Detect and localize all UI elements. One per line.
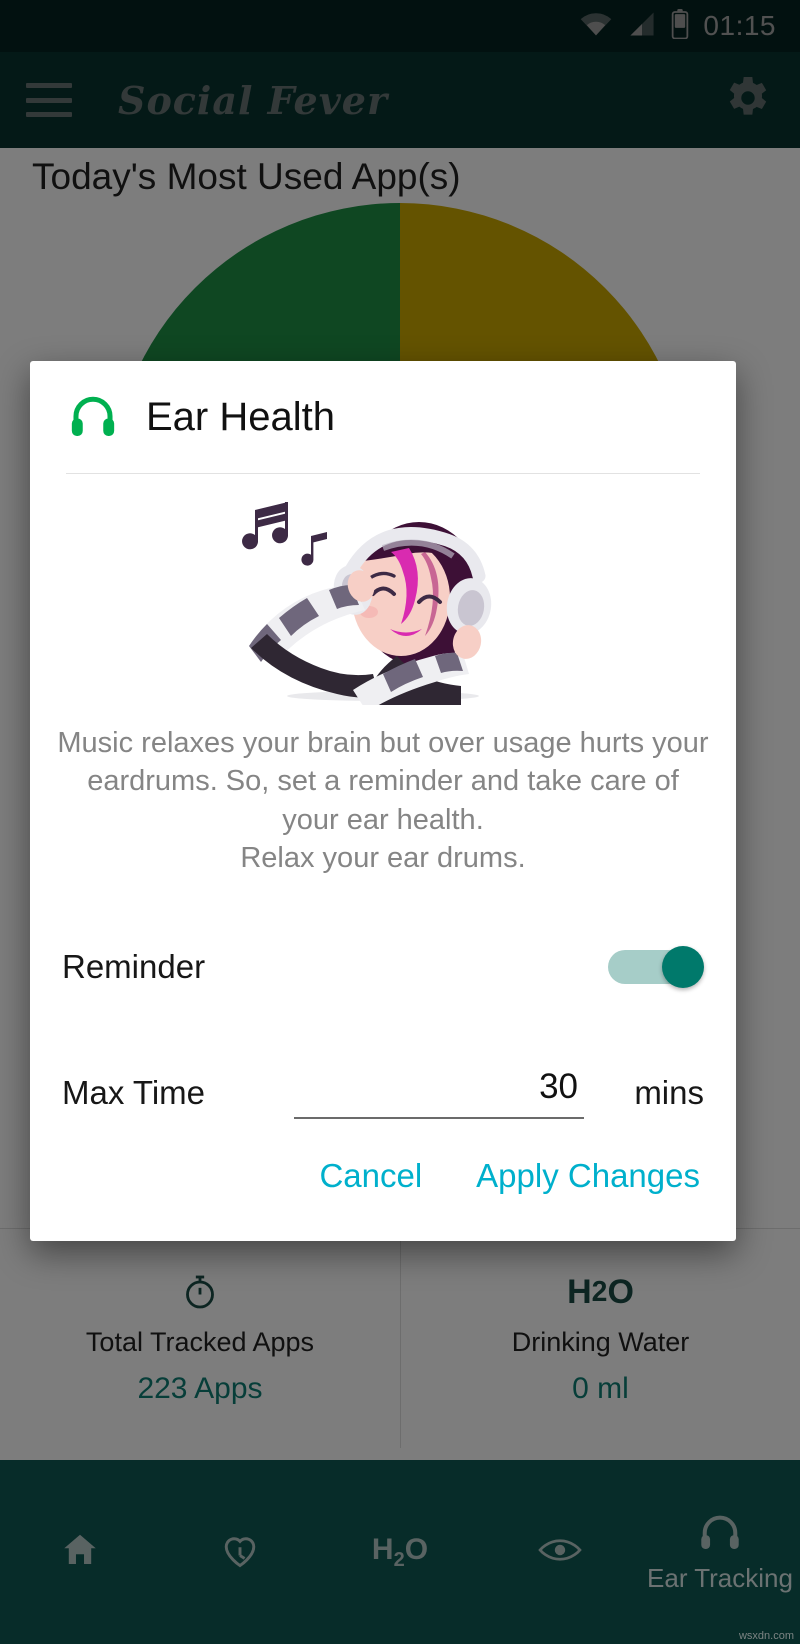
max-time-underline: [294, 1117, 584, 1120]
apply-changes-button[interactable]: Apply Changes: [476, 1157, 700, 1195]
dialog-header: Ear Health: [30, 361, 736, 473]
dialog-scrim-top: [0, 0, 800, 148]
max-time-input[interactable]: 30: [294, 1067, 584, 1120]
reminder-label: Reminder: [62, 948, 206, 986]
reminder-row: Reminder: [30, 919, 736, 1015]
girl-listening-to-music-illustration: [242, 501, 492, 705]
dialog-actions: Cancel Apply Changes: [30, 1157, 736, 1241]
toggle-thumb: [662, 946, 704, 989]
dialog-description-line-2: Relax your ear drums.: [240, 841, 526, 874]
max-time-row: Max Time 30 mins: [30, 1045, 736, 1141]
max-time-unit: mins: [634, 1074, 704, 1112]
watermark: wsxdn.com: [738, 1630, 794, 1642]
ear-health-dialog: Ear Health Music relaxes your brain but …: [30, 361, 736, 1241]
dialog-title: Ear Health: [146, 394, 335, 439]
max-time-value: 30: [539, 1067, 578, 1107]
illustration-container: [30, 474, 736, 706]
dialog-description-line-1: Music relaxes your brain but over usage …: [57, 727, 709, 836]
headphones-icon: [66, 391, 120, 444]
phone-screen: Today's Most Used App(s) 28.6 % 42.9 % ⏱…: [0, 0, 800, 1644]
reminder-toggle[interactable]: [608, 946, 704, 989]
max-time-label: Max Time: [62, 1074, 206, 1112]
cancel-button[interactable]: Cancel: [319, 1157, 422, 1195]
dialog-description: Music relaxes your brain but over usage …: [30, 706, 736, 877]
